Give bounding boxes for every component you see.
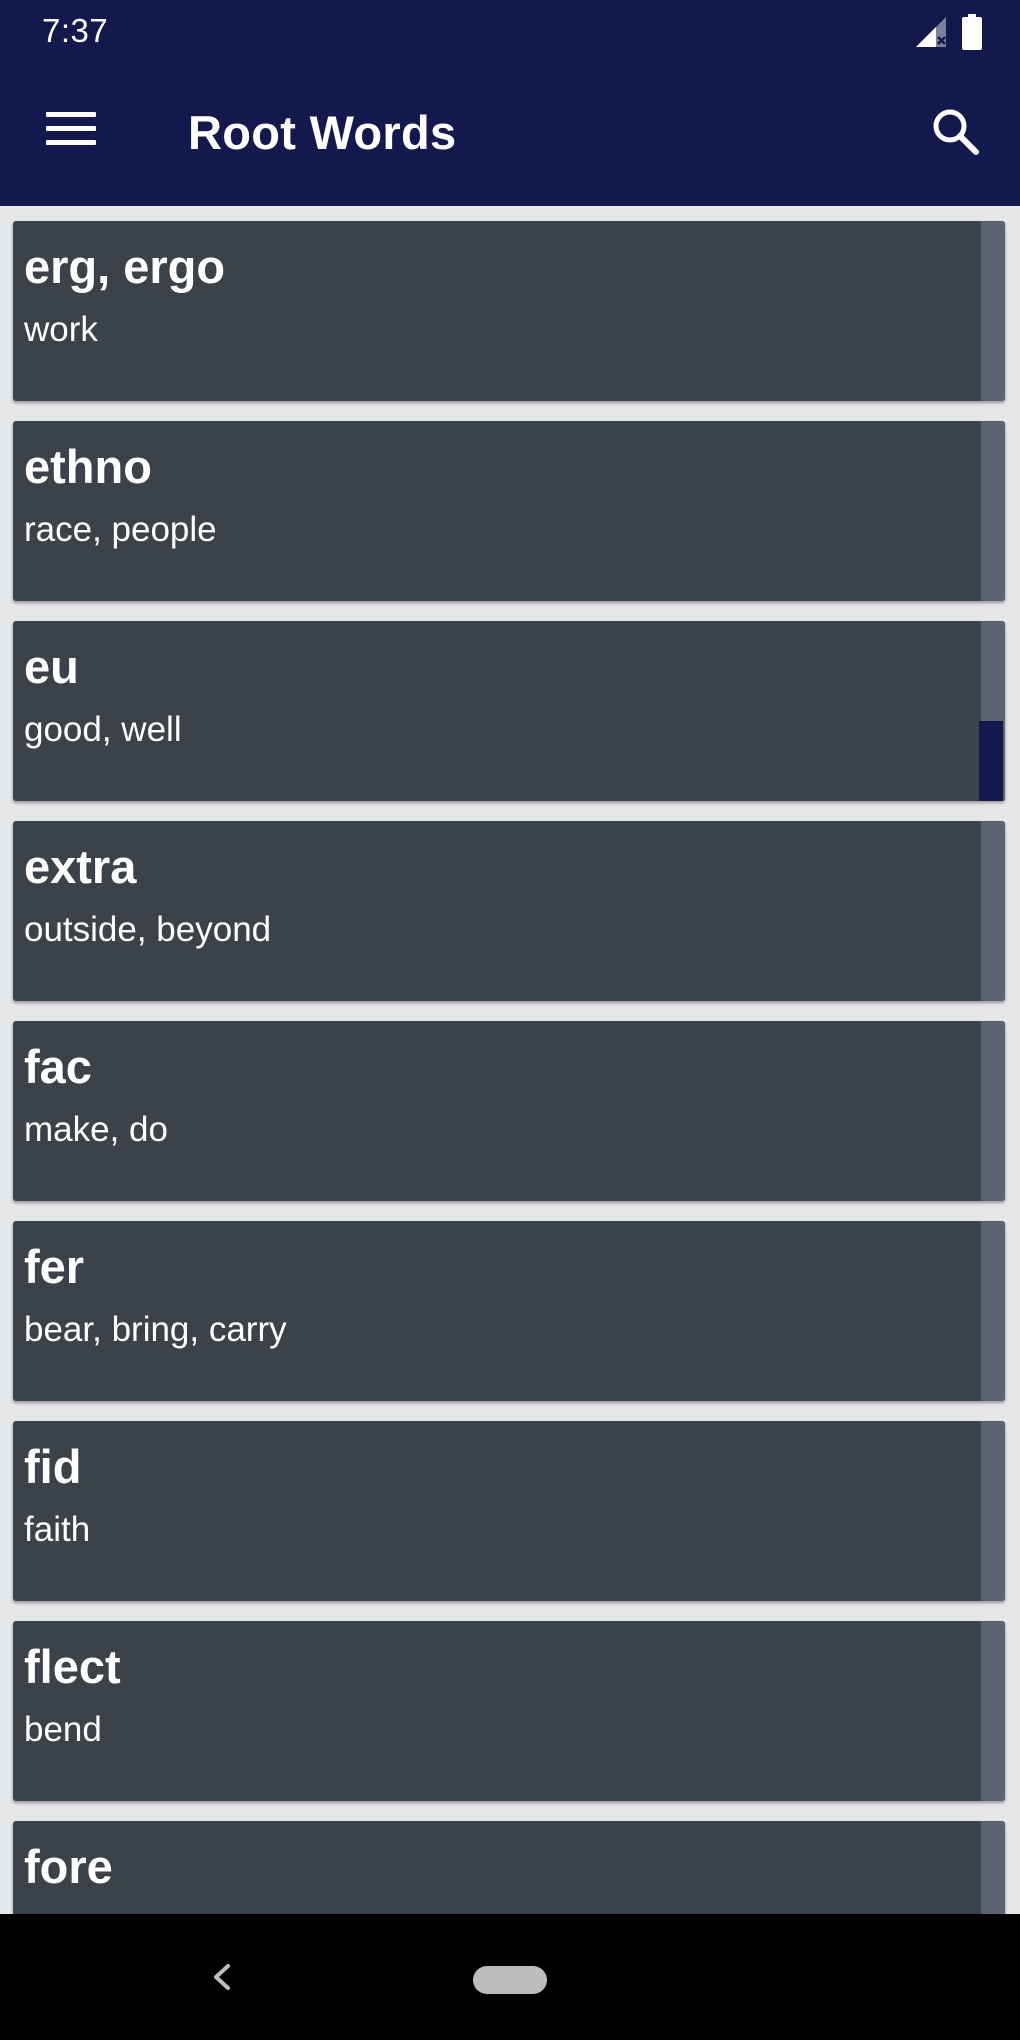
root-word: erg, ergo: [24, 240, 226, 293]
root-meaning: work: [24, 310, 98, 349]
search-icon[interactable]: [930, 106, 982, 158]
root-word: fac: [24, 1040, 92, 1093]
root-word: fid: [24, 1440, 82, 1493]
root-word: eu: [24, 640, 79, 693]
root-meaning: bend: [24, 1710, 102, 1749]
root-word: extra: [24, 840, 137, 893]
scroll-track: [981, 221, 1005, 401]
root-meaning: good, well: [24, 710, 182, 749]
root-meaning: outside, beyond: [24, 910, 272, 949]
list-item[interactable]: fore: [13, 1821, 1005, 1914]
scroll-track: [981, 1021, 1005, 1201]
menu-icon[interactable]: [46, 109, 98, 149]
list-item[interactable]: fid faith: [13, 1421, 1005, 1601]
back-icon[interactable]: [200, 1952, 246, 2002]
root-word-list[interactable]: erg, ergo work ethno race, people eu goo…: [0, 206, 1020, 1914]
navigation-bar: [0, 1914, 1020, 2040]
root-meaning: faith: [24, 1510, 91, 1549]
status-icons: [914, 14, 982, 50]
root-word: fer: [24, 1240, 85, 1293]
list-item[interactable]: eu good, well: [13, 621, 1005, 801]
scroll-track: [981, 1621, 1005, 1801]
signal-no-data-icon: [916, 17, 946, 47]
scroll-track: [981, 1221, 1005, 1401]
root-meaning: race, people: [24, 510, 217, 549]
root-meaning: make, do: [24, 1110, 168, 1149]
root-word: fore: [24, 1840, 113, 1893]
list-item[interactable]: fac make, do: [13, 1021, 1005, 1201]
list-item[interactable]: ethno race, people: [13, 421, 1005, 601]
status-time: 7:37: [42, 12, 109, 49]
root-word: ethno: [24, 440, 152, 493]
battery-icon: [962, 14, 982, 50]
status-bar: 7:37: [0, 0, 1020, 62]
list-item[interactable]: extra outside, beyond: [13, 821, 1005, 1001]
list-item[interactable]: erg, ergo work: [13, 221, 1005, 401]
scroll-track: [981, 821, 1005, 1001]
scrollbar-thumb[interactable]: [979, 721, 1003, 801]
home-pill-icon[interactable]: [473, 1966, 547, 1994]
list-item[interactable]: fer bear, bring, carry: [13, 1221, 1005, 1401]
scroll-track: [981, 1421, 1005, 1601]
page-title: Root Words: [188, 106, 457, 159]
app-bar: Root Words: [0, 62, 1020, 206]
scroll-track: [981, 421, 1005, 601]
root-meaning: bear, bring, carry: [24, 1310, 287, 1349]
root-word: flect: [24, 1640, 121, 1693]
scroll-track: [981, 1821, 1005, 1914]
list-item[interactable]: flect bend: [13, 1621, 1005, 1801]
